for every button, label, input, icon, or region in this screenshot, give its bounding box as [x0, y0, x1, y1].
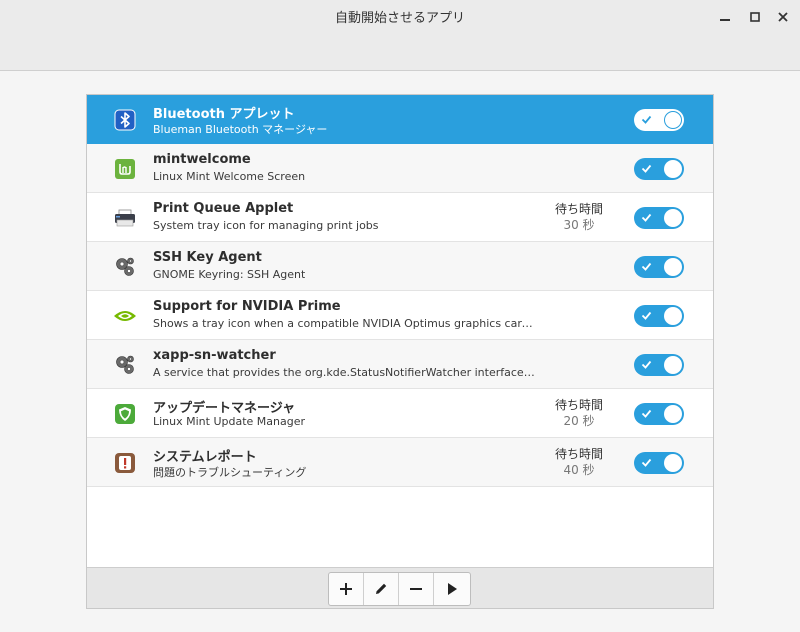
close-button[interactable]: [772, 6, 794, 28]
enable-toggle[interactable]: [634, 305, 684, 327]
printer-icon: [113, 206, 137, 230]
minimize-button[interactable]: [714, 6, 736, 28]
startup-apps-list: Bluetooth アプレット Blueman Bluetooth マネージャー…: [87, 95, 713, 487]
app-name: xapp-sn-watcher: [153, 348, 276, 363]
check-icon: [641, 115, 652, 124]
app-description: Linux Mint Welcome Screen: [153, 170, 306, 183]
delay-value: 40 秒: [563, 463, 595, 477]
app-name: SSH Key Agent: [153, 250, 262, 265]
enable-toggle[interactable]: [634, 452, 684, 474]
system-report-icon: [113, 451, 137, 475]
plus-icon: [340, 583, 352, 595]
check-icon: [641, 458, 652, 467]
app-name: Support for NVIDIA Prime: [153, 299, 341, 314]
delay-info: 待ち時間 20 秒: [539, 397, 619, 429]
app-name: Print Queue Applet: [153, 201, 294, 216]
close-icon: [778, 12, 788, 22]
check-icon: [641, 360, 652, 369]
list-item[interactable]: xapp-sn-watcher A service that provides …: [87, 340, 713, 389]
toggle-knob: [664, 209, 682, 227]
list-item[interactable]: システムレポート 問題のトラブルシューティング 待ち時間 40 秒: [87, 438, 713, 487]
run-button[interactable]: [434, 573, 470, 605]
check-icon: [641, 311, 652, 320]
app-description: 問題のトラブルシューティング: [153, 466, 307, 479]
minimize-icon: [720, 19, 730, 21]
list-item[interactable]: Print Queue Applet System tray icon for …: [87, 193, 713, 242]
app-description: A service that provides the org.kde.Stat…: [153, 366, 538, 379]
shield-icon: [113, 402, 137, 426]
delay-label: 待ち時間: [554, 398, 603, 412]
delay-info: 待ち時間 30 秒: [539, 201, 619, 233]
delay-label: 待ち時間: [554, 202, 603, 216]
app-name: Bluetooth アプレット: [153, 107, 295, 122]
window-content: Bluetooth アプレット Blueman Bluetooth マネージャー…: [0, 71, 800, 632]
enable-toggle[interactable]: [634, 256, 684, 278]
check-icon: [641, 164, 652, 173]
delay-info: 待ち時間 40 秒: [539, 446, 619, 478]
toggle-knob: [664, 405, 682, 423]
add-button[interactable]: [329, 573, 364, 605]
app-description: GNOME Keyring: SSH Agent: [153, 268, 306, 281]
pencil-icon: [376, 583, 387, 594]
list-item[interactable]: アップデートマネージャ Linux Mint Update Manager 待ち…: [87, 389, 713, 438]
app-description: Linux Mint Update Manager: [153, 415, 306, 428]
bottom-toolbar: [87, 567, 713, 608]
app-name: mintwelcome: [153, 152, 251, 167]
enable-toggle[interactable]: [634, 109, 684, 131]
toggle-knob: [664, 111, 682, 129]
list-item[interactable]: mintwelcome Linux Mint Welcome Screen: [87, 144, 713, 193]
list-item[interactable]: SSH Key Agent GNOME Keyring: SSH Agent: [87, 242, 713, 291]
mintwelcome-icon: [113, 157, 137, 181]
gears-icon: [113, 255, 137, 279]
delay-value: 30 秒: [563, 218, 595, 232]
toggle-knob: [664, 356, 682, 374]
enable-toggle[interactable]: [634, 354, 684, 376]
nvidia-icon: [113, 304, 137, 328]
maximize-button[interactable]: [744, 6, 766, 28]
remove-button[interactable]: [399, 573, 434, 605]
toggle-knob: [664, 258, 682, 276]
app-description: System tray icon for managing print jobs: [153, 219, 379, 232]
toggle-knob: [664, 307, 682, 325]
minus-icon: [410, 588, 422, 590]
toggle-knob: [664, 160, 682, 178]
play-icon: [448, 583, 457, 595]
bluetooth-icon: [113, 108, 137, 132]
window-title: 自動開始させるアプリ: [334, 11, 465, 26]
toggle-knob: [664, 454, 682, 472]
app-description: Shows a tray icon when a compatible NVID…: [153, 317, 538, 330]
enable-toggle[interactable]: [634, 403, 684, 425]
gears-icon: [113, 353, 137, 377]
delay-label: 待ち時間: [554, 447, 603, 461]
check-icon: [641, 213, 652, 222]
list-item[interactable]: Support for NVIDIA Prime Shows a tray ic…: [87, 291, 713, 340]
app-name: アップデートマネージャ: [153, 401, 296, 416]
app-description: Blueman Bluetooth マネージャー: [153, 123, 328, 136]
app-name: システムレポート: [153, 450, 257, 465]
toolbar-button-group: [328, 572, 471, 606]
delay-value: 20 秒: [563, 414, 595, 428]
window-titlebar: 自動開始させるアプリ: [0, 0, 800, 71]
list-item[interactable]: Bluetooth アプレット Blueman Bluetooth マネージャー: [87, 95, 713, 144]
check-icon: [641, 409, 652, 418]
enable-toggle[interactable]: [634, 158, 684, 180]
edit-button[interactable]: [364, 573, 399, 605]
check-icon: [641, 262, 652, 271]
startup-apps-panel: Bluetooth アプレット Blueman Bluetooth マネージャー…: [86, 94, 714, 609]
maximize-icon: [750, 12, 760, 22]
enable-toggle[interactable]: [634, 207, 684, 229]
